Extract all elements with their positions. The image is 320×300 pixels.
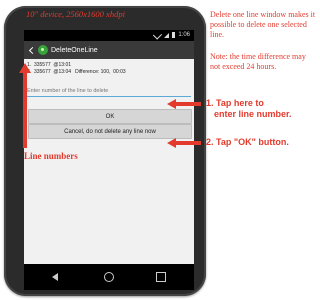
step2-label: 2. Tap "OK" button. (206, 137, 289, 147)
ok-button[interactable]: OK (28, 109, 192, 124)
signal-icon (164, 32, 170, 38)
line-item-1: 1. 335577 @13:01 (27, 62, 71, 68)
nav-home-icon[interactable] (104, 272, 114, 282)
app-icon[interactable] (38, 45, 48, 55)
status-bar: 1:06 (24, 30, 194, 41)
nav-back-icon[interactable] (52, 273, 58, 281)
step1-arrowhead (167, 99, 176, 109)
line-number-input[interactable] (27, 86, 191, 97)
line-item-2: 2. 335677 @13:04 Difference: 100, 00:03 (27, 69, 126, 75)
nav-recents-icon[interactable] (156, 272, 166, 282)
line-numbers-arrow-shaft (23, 72, 27, 148)
back-arrow-icon[interactable] (28, 46, 37, 54)
status-time: 1:06 (178, 32, 190, 38)
step1-arrow-shaft (175, 102, 201, 106)
battery-icon (172, 32, 176, 38)
step2-arrow-shaft (175, 141, 201, 145)
step1-label-line2: enter line number. (214, 109, 292, 119)
device-label: 10" device, 2560x1600 xhdpi (26, 9, 125, 19)
note-text: Note: the time difference may not exceed… (210, 52, 306, 71)
line-numbers-label: Line numbers (24, 151, 78, 161)
action-bar: DeleteOneLine (24, 41, 194, 59)
wifi-icon (153, 30, 163, 40)
app-title: DeleteOneLine (51, 46, 98, 54)
line-numbers-arrowhead (19, 63, 31, 73)
step1-label-line1: 1. Tap here to (206, 98, 264, 108)
dialog-content: 1. 335577 @13:01 2. 335677 @13:04 Differ… (24, 59, 194, 264)
step2-arrowhead (167, 138, 176, 148)
navigation-bar (24, 264, 194, 290)
cancel-button[interactable]: Cancel, do not delete any line now (28, 124, 192, 139)
description-text: Delete one line window makes it possible… (210, 10, 316, 39)
